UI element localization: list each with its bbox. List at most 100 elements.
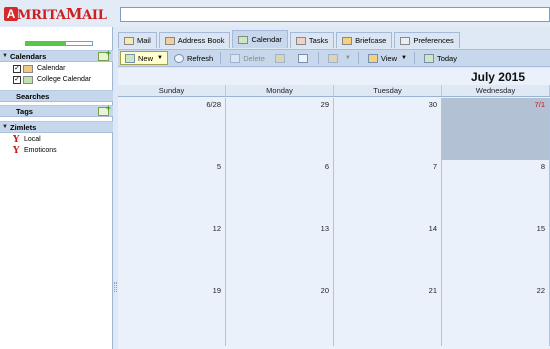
day-number[interactable]: 5	[217, 162, 221, 171]
checkbox[interactable]: ✓	[13, 75, 21, 84]
toolbar-divider	[220, 52, 222, 64]
app-logo[interactable]: A MRITAMAIL	[4, 5, 107, 23]
tab-briefcase[interactable]: Briefcase	[336, 32, 393, 48]
tab-tasks[interactable]: Tasks	[289, 32, 335, 48]
delete-icon	[230, 53, 241, 63]
week-row: 6/28 29 30 7/1	[118, 98, 550, 160]
briefcase-icon	[342, 36, 353, 45]
add-calendar-icon[interactable]	[98, 48, 111, 61]
calendar-color-icon	[23, 75, 33, 84]
day-number[interactable]: 12	[213, 224, 221, 233]
zimlet-item-label: Emoticons	[24, 147, 57, 154]
yahoo-y-icon: Y	[13, 145, 20, 156]
chevron-down-icon[interactable]: ▼	[401, 55, 407, 61]
day-cell[interactable]: 29	[226, 98, 334, 160]
day-number[interactable]: 6/28	[206, 100, 221, 109]
zimlets-section-header[interactable]: ▼ Zimlets	[0, 121, 113, 133]
day-number[interactable]: 7/1	[535, 100, 545, 109]
month-title: July 2015	[470, 70, 525, 84]
day-cell[interactable]: 13	[226, 222, 334, 284]
day-cell[interactable]: 20	[226, 284, 334, 346]
weekday-header: Sunday Monday Tuesday Wednesday	[118, 85, 550, 97]
calendar-item[interactable]: ✓ College Calendar	[0, 74, 113, 85]
add-tag-icon[interactable]	[98, 103, 111, 116]
toolbar-divider	[413, 52, 415, 64]
quota-bar	[25, 41, 93, 46]
day-cell[interactable]: 12	[118, 222, 226, 284]
quota-fill	[26, 42, 66, 45]
app-tabs: Mail Address Book Calendar Tasks Briefca…	[118, 30, 550, 48]
logo-text: MRITAMAIL	[17, 5, 107, 23]
chevron-down-icon[interactable]: ▼	[345, 55, 351, 61]
tasks-icon	[295, 36, 306, 45]
tab-calendar[interactable]: Calendar	[232, 30, 288, 48]
calendars-section-header[interactable]: ▼ Calendars	[0, 48, 113, 62]
day-cell-today[interactable]: 7/1	[442, 98, 550, 160]
day-cell[interactable]: 19	[118, 284, 226, 346]
delete-button[interactable]: Delete	[226, 51, 269, 65]
day-cell[interactable]: 22	[442, 284, 550, 346]
searches-section-header[interactable]: Searches	[0, 90, 113, 102]
refresh-button[interactable]: Refresh	[170, 51, 217, 65]
collapse-arrow-icon[interactable]: ▼	[0, 53, 10, 59]
day-cell[interactable]: 30	[334, 98, 442, 160]
day-number[interactable]: 20	[321, 286, 329, 295]
tag-icon	[327, 53, 338, 63]
splitter-grip[interactable]	[114, 282, 117, 292]
month-grid: 6/28 29 30 7/1 5 6 7 8 12 13 14 15 19 20 21 22	[118, 98, 550, 349]
calendar-item[interactable]: ✓ Calendar	[0, 63, 113, 74]
move-button[interactable]	[271, 51, 292, 65]
collapse-arrow-icon[interactable]: ▼	[0, 124, 10, 130]
day-number[interactable]: 13	[321, 224, 329, 233]
toolbar-divider	[357, 52, 359, 64]
tag-button[interactable]: ▼	[324, 51, 355, 65]
print-button[interactable]	[294, 51, 315, 65]
day-cell[interactable]: 7	[334, 160, 442, 222]
day-cell[interactable]: 14	[334, 222, 442, 284]
today-button[interactable]: Today	[420, 51, 461, 65]
day-cell[interactable]: 8	[442, 160, 550, 222]
day-number[interactable]: 29	[321, 100, 329, 109]
day-cell[interactable]: 21	[334, 284, 442, 346]
view-button[interactable]: View ▼	[364, 51, 411, 65]
mail-icon	[124, 36, 134, 45]
weekday-label: Monday	[226, 85, 334, 96]
tab-address-book[interactable]: Address Book	[158, 32, 231, 48]
checkbox[interactable]: ✓	[13, 64, 21, 73]
zimlet-item[interactable]: Y Local	[0, 134, 113, 145]
day-number[interactable]: 14	[429, 224, 437, 233]
preferences-icon	[400, 36, 411, 45]
tags-section-header[interactable]: Tags	[0, 103, 113, 117]
week-row: 5 6 7 8	[118, 160, 550, 222]
sidebar: ▼ Calendars ✓ Calendar ✓ College Calenda…	[0, 27, 113, 349]
address-book-icon	[164, 36, 175, 45]
new-button[interactable]: New ▼	[120, 51, 168, 65]
day-number[interactable]: 22	[537, 286, 545, 295]
weekday-label: Sunday	[118, 85, 226, 96]
day-number[interactable]: 15	[537, 224, 545, 233]
zimlet-item[interactable]: Y Emoticons	[0, 145, 113, 156]
tab-preferences[interactable]: Preferences	[394, 32, 460, 48]
calendar-view: July 2015 Sunday Monday Tuesday Wednesday 6…	[118, 68, 550, 349]
search-input[interactable]	[120, 7, 550, 22]
refresh-icon	[173, 53, 184, 63]
day-cell[interactable]: 15	[442, 222, 550, 284]
day-number[interactable]: 30	[429, 100, 437, 109]
week-row: 19 20 21 22	[118, 284, 550, 346]
weekday-label: Wednesday	[442, 85, 550, 96]
folder-move-icon	[274, 53, 285, 63]
day-cell[interactable]: 5	[118, 160, 226, 222]
day-number[interactable]: 7	[433, 162, 437, 171]
zimlets-header-label: Zimlets	[10, 122, 37, 132]
chevron-down-icon[interactable]: ▼	[157, 55, 163, 61]
tags-header-label: Tags	[16, 106, 33, 116]
day-cell[interactable]: 6	[226, 160, 334, 222]
day-number[interactable]: 21	[429, 286, 437, 295]
day-number[interactable]: 19	[213, 286, 221, 295]
print-icon	[297, 53, 308, 63]
day-number[interactable]: 6	[325, 162, 329, 171]
tab-mail[interactable]: Mail	[118, 32, 157, 48]
calendar-icon	[238, 35, 249, 44]
day-cell[interactable]: 6/28	[118, 98, 226, 160]
day-number[interactable]: 8	[541, 162, 545, 171]
